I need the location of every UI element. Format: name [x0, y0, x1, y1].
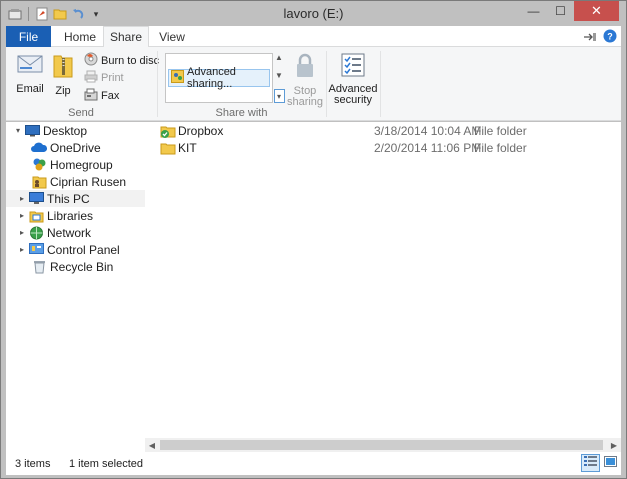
status-bar: 3 items 1 item selected	[6, 452, 621, 475]
close-button[interactable]: ✕	[574, 1, 619, 21]
network-icon	[28, 225, 44, 241]
expand-chevron-icon[interactable]: ▾	[12, 126, 24, 135]
nav-item-homegroup[interactable]: Homegroup	[6, 156, 145, 173]
ribbon-panel: Email Zip Burn to disc Print Fax Send Ad…	[6, 47, 621, 121]
content-area: ▾ Desktop OneDrive Homegroup Ciprian Rus…	[6, 122, 621, 452]
libraries-icon	[28, 208, 44, 224]
expand-chevron-icon[interactable]: ▸	[16, 211, 28, 220]
homegroup-icon	[31, 157, 47, 173]
file-date: 3/18/2014 10:04 AM	[374, 123, 482, 138]
file-list[interactable]: Dropbox 3/18/2014 10:04 AM File folder K…	[145, 122, 621, 438]
tab-view[interactable]: View	[150, 26, 194, 47]
share-with-gallery[interactable]: Advanced sharing...	[165, 53, 273, 103]
horizontal-scrollbar[interactable]: ◀ ▶	[145, 438, 621, 452]
advanced-sharing-item[interactable]: Advanced sharing...	[168, 66, 270, 90]
details-view-icon	[584, 456, 597, 470]
file-type: File folder	[474, 123, 527, 138]
file-row-dropbox[interactable]: Dropbox 3/18/2014 10:04 AM File folder	[145, 122, 621, 139]
user-folder-icon	[31, 174, 47, 190]
nav-item-network[interactable]: ▸ Network	[6, 224, 145, 241]
expand-chevron-icon[interactable]: ▸	[16, 194, 28, 203]
details-view-button[interactable]	[581, 454, 600, 472]
expand-chevron-icon[interactable]: ▸	[16, 228, 28, 237]
minimize-ribbon-icon[interactable]	[583, 31, 597, 45]
send-group-label: Send	[68, 107, 94, 119]
fax-button[interactable]: Fax	[84, 88, 119, 104]
window-controls: — ☐ ✕	[520, 1, 619, 21]
maximize-button[interactable]: ☐	[547, 1, 574, 21]
tab-home[interactable]: Home	[58, 26, 102, 47]
control-panel-icon	[28, 242, 44, 258]
svg-text:?: ?	[607, 32, 613, 42]
gallery-up-icon[interactable]: ▲	[275, 53, 283, 62]
dropbox-folder-icon	[160, 123, 176, 139]
navigation-pane[interactable]: ▾ Desktop OneDrive Homegroup Ciprian Rus…	[6, 122, 145, 452]
title-bar[interactable]: ▾ lavoro (E:) — ☐ ✕	[1, 1, 626, 26]
nav-item-this-pc[interactable]: ▸ This PC	[6, 190, 145, 207]
advanced-security-button[interactable]: Advanced security	[329, 53, 377, 106]
recycle-bin-icon	[31, 259, 47, 275]
lock-icon	[295, 53, 315, 82]
advanced-security-icon	[341, 53, 365, 80]
zip-button[interactable]: Zip	[52, 53, 74, 97]
ribbon-tabs: File Home Share View ?	[6, 26, 621, 48]
group-separator	[380, 51, 381, 117]
gallery-expand-icon[interactable]: ▾	[273, 89, 285, 103]
file-type: File folder	[474, 140, 527, 155]
explorer-window: ▾ lavoro (E:) — ☐ ✕ File Home Share View…	[0, 0, 627, 479]
item-count: 3 items	[15, 458, 51, 470]
print-button[interactable]: Print	[84, 70, 124, 86]
zip-icon	[52, 53, 74, 82]
large-icons-view-button[interactable]	[601, 454, 620, 472]
large-icons-view-icon	[604, 456, 617, 470]
burn-to-disc-button[interactable]: Burn to disc	[84, 52, 159, 69]
minimize-button[interactable]: —	[520, 1, 547, 21]
nav-item-ciprian-rusen[interactable]: Ciprian Rusen	[6, 173, 145, 190]
onedrive-icon	[31, 140, 47, 156]
ribbon-options: ?	[583, 29, 617, 46]
nav-item-control-panel[interactable]: ▸ Control Panel	[6, 241, 145, 258]
scroll-left-icon[interactable]: ◀	[145, 438, 159, 452]
file-name: KIT	[178, 140, 197, 155]
tab-share[interactable]: Share	[103, 26, 149, 48]
tab-file[interactable]: File	[6, 26, 51, 47]
scrollbar-thumb[interactable]	[160, 440, 603, 450]
expand-chevron-icon[interactable]: ▸	[16, 245, 28, 254]
stop-sharing-button[interactable]: Stop sharing	[287, 53, 323, 108]
advanced-sharing-icon	[171, 70, 184, 86]
nav-item-onedrive[interactable]: OneDrive	[6, 139, 145, 156]
burn-disc-icon	[84, 52, 98, 69]
desktop-icon	[24, 123, 40, 139]
nav-item-recycle-bin[interactable]: Recycle Bin	[6, 258, 145, 275]
file-date: 2/20/2014 11:06 PM	[374, 140, 482, 155]
gallery-scrollbar[interactable]: ▲ ▼ ▾	[273, 53, 285, 103]
email-button[interactable]: Email	[14, 53, 46, 95]
share-with-group-label: Share with	[215, 107, 268, 119]
gallery-down-icon[interactable]: ▼	[275, 71, 283, 80]
this-pc-icon	[28, 191, 44, 207]
nav-item-desktop[interactable]: ▾ Desktop	[6, 122, 145, 139]
fax-icon	[84, 88, 98, 104]
group-separator	[326, 51, 327, 117]
email-icon	[17, 53, 43, 80]
selection-count: 1 item selected	[69, 458, 143, 470]
help-icon[interactable]: ?	[603, 29, 617, 46]
file-row-kit[interactable]: KIT 2/20/2014 11:06 PM File folder	[145, 139, 621, 156]
print-icon	[84, 70, 98, 86]
file-name: Dropbox	[178, 123, 224, 138]
nav-item-libraries[interactable]: ▸ Libraries	[6, 207, 145, 224]
folder-icon	[160, 140, 176, 156]
scroll-right-icon[interactable]: ▶	[607, 438, 621, 452]
